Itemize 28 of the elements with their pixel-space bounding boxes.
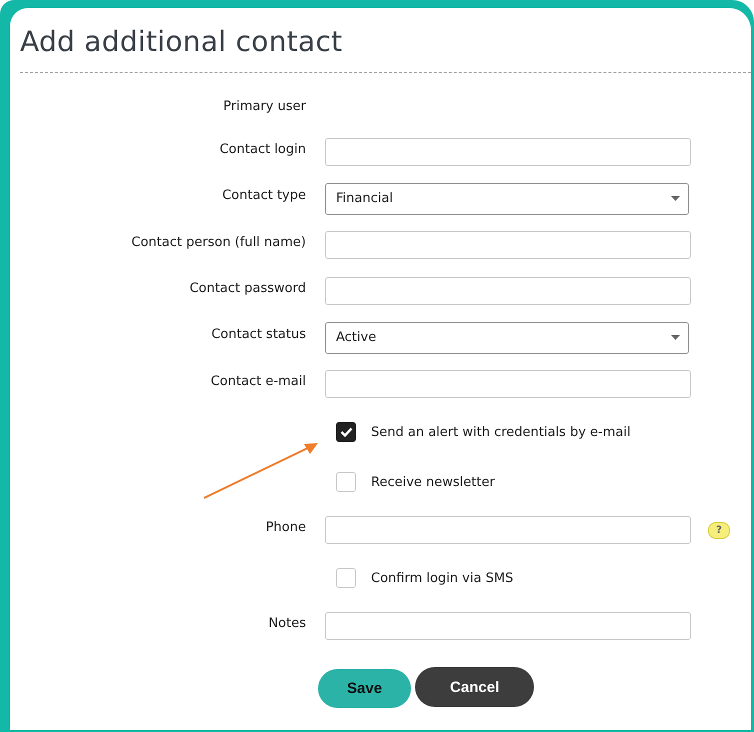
dialog-title: Add additional contact — [20, 26, 344, 58]
input-field[interactable] — [325, 516, 691, 544]
dropdown[interactable]: Active — [325, 322, 689, 354]
input-field[interactable] — [325, 370, 691, 398]
field-label: Contact person (full name) — [130, 234, 306, 250]
input-field[interactable] — [325, 277, 691, 305]
input-field[interactable] — [325, 231, 691, 259]
checkbox[interactable] — [336, 422, 356, 442]
cancel-button[interactable]: Cancel — [415, 667, 534, 707]
field-label: Primary user — [222, 98, 306, 114]
field-label: Notes — [267, 616, 306, 630]
field-label: Contact type — [221, 188, 306, 203]
field-label: Contact login — [218, 142, 306, 156]
input-field[interactable] — [325, 138, 691, 166]
dropdown[interactable]: Financial — [325, 182, 689, 214]
help-icon[interactable]: ? — [708, 522, 730, 538]
save-button[interactable]: Save — [318, 669, 412, 708]
checkbox-label: Receive newsletter — [371, 474, 495, 490]
field-label: Contact e-mail — [210, 374, 306, 388]
checkbox-label: Confirm login via SMS — [371, 570, 514, 586]
input-field[interactable] — [325, 612, 691, 640]
caret-icon — [671, 196, 680, 201]
field-label: Contact status — [210, 327, 306, 342]
caret-icon — [671, 335, 680, 340]
field-label: Contact password — [188, 280, 306, 296]
checkbox-label: Send an alert with credentials by e-mail — [371, 424, 631, 440]
check-icon — [340, 427, 352, 437]
field-label: Phone — [264, 520, 306, 534]
